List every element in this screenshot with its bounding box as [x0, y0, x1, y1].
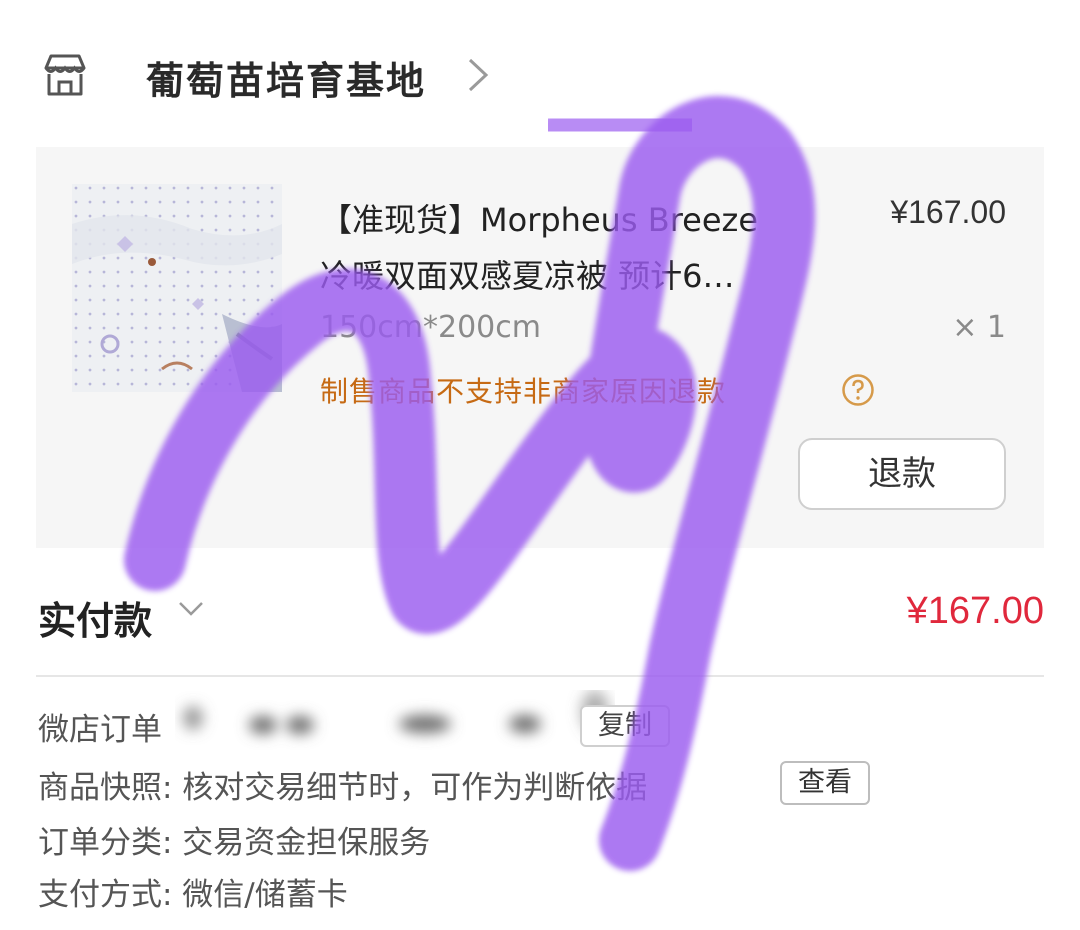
snapshot-text: 商品快照: 核对交易细节时，可作为判断依据: [38, 770, 648, 806]
order-number-label: 微店订单: [38, 712, 162, 748]
product-quantity: × 1: [952, 310, 1006, 345]
product-title-line-1: 【准现货】Morpheus Breeze: [320, 201, 759, 239]
copy-button[interactable]: 复制: [580, 705, 670, 747]
product-title[interactable]: 【准现货】Morpheus Breeze 冷暖双面双感夏凉被 预计6…: [320, 192, 820, 304]
product-title-line-2: 冷暖双面双感夏凉被 预计6…: [320, 257, 735, 295]
store-icon: [40, 52, 90, 98]
payment-method: 支付方式: 微信/储蓄卡: [38, 877, 348, 913]
paid-amount-label[interactable]: 实付款: [38, 590, 152, 645]
view-snapshot-button[interactable]: 查看: [780, 761, 870, 805]
order-category: 订单分类: 交易资金担保服务: [38, 825, 431, 861]
product-thumbnail[interactable]: [72, 184, 282, 392]
divider: [36, 675, 1044, 677]
paid-amount-value: ¥167.00: [906, 590, 1044, 632]
chevron-down-icon[interactable]: [176, 598, 206, 620]
redacted-order-number: [175, 690, 615, 750]
product-spec: 150cm*200cm: [320, 310, 541, 345]
question-circle-icon[interactable]: [841, 373, 875, 407]
refund-button[interactable]: 退款: [798, 438, 1006, 510]
product-price: ¥167.00: [890, 194, 1006, 230]
chevron-right-icon[interactable]: [466, 56, 490, 94]
store-name[interactable]: 葡萄苗培育基地: [146, 50, 426, 105]
refund-notice: 制售商品不支持非商家原因退款: [320, 375, 727, 408]
